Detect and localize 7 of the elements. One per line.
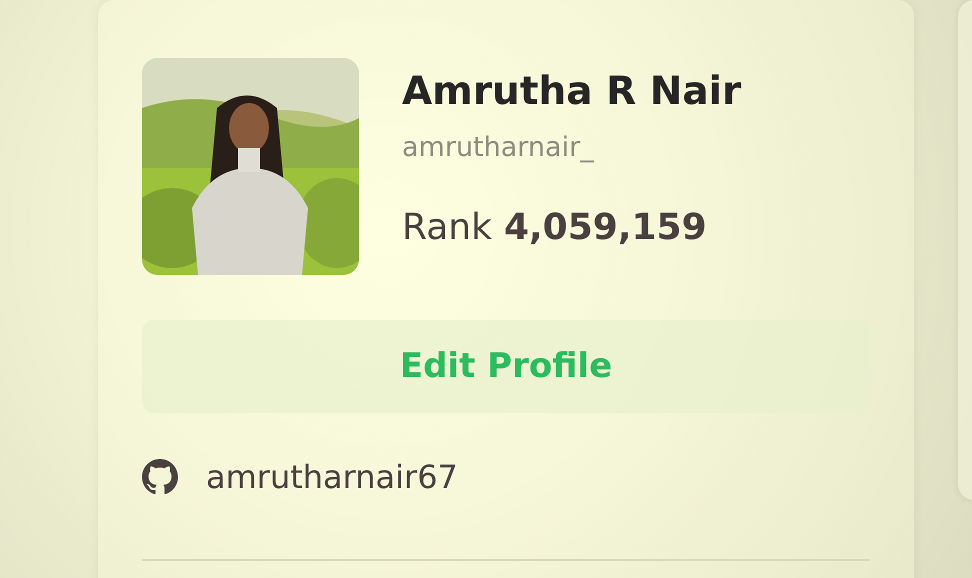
username: amrutharnair_ (402, 131, 595, 165)
github-icon (142, 459, 178, 495)
rank-label: Rank (402, 206, 492, 250)
user-name: Amrutha R Nair (402, 68, 742, 116)
edit-profile-button[interactable]: Edit Profile (142, 320, 870, 413)
github-username: amrutharnair67 (206, 457, 458, 498)
rank-value: 4,059,159 (504, 206, 707, 250)
